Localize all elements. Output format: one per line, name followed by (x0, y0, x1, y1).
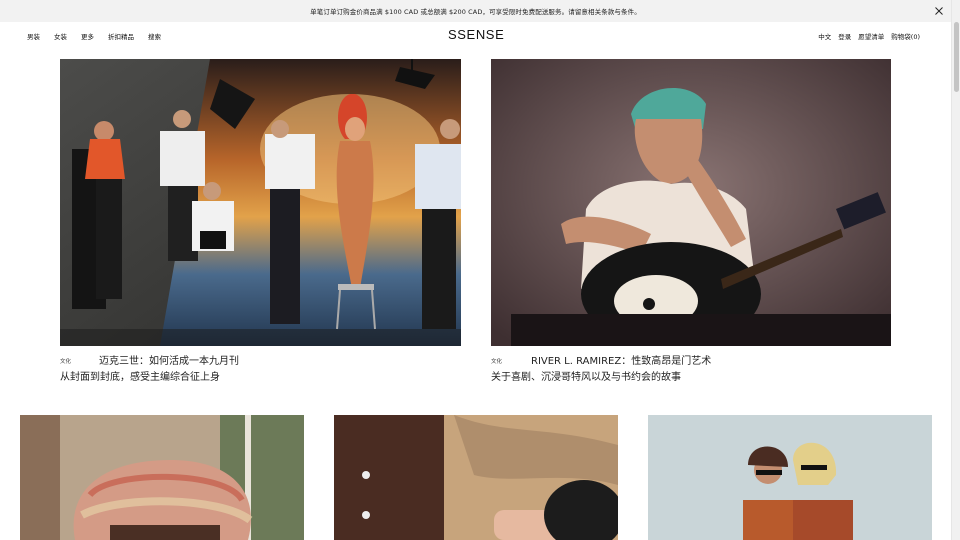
nav-item-more[interactable]: 更多 (81, 31, 94, 41)
announcement-banner: 单笔订单订购金价商品满 $100 CAD 或总额满 $200 CAD，可享受限时… (0, 0, 951, 22)
banner-text: 单笔订单订购金价商品满 $100 CAD 或总额满 $200 CAD，可享受限时… (310, 8, 641, 16)
primary-nav: 男装 女装 更多 折扣精品 搜索 (27, 31, 161, 41)
feature-image-1[interactable] (60, 59, 461, 346)
feature-image-2[interactable] (491, 59, 891, 346)
feature-image-5[interactable] (648, 415, 932, 540)
feature-image-4[interactable] (334, 415, 618, 540)
site-logo[interactable]: SSENSE (448, 27, 504, 42)
page-scrollbar[interactable] (951, 0, 960, 540)
close-icon[interactable] (932, 4, 946, 18)
nav-item-womenswear[interactable]: 女装 (54, 31, 67, 41)
site-header: 男装 女装 更多 折扣精品 搜索 SSENSE 中文 登录 愿望清单 购物袋(0… (0, 22, 951, 50)
bag-count: (0) (910, 33, 920, 41)
language-selector[interactable]: 中文 (818, 31, 831, 41)
scroll-thumb[interactable] (954, 22, 959, 92)
nav-item-sale[interactable]: 折扣精品 (108, 31, 134, 41)
wishlist-link[interactable]: 愿望清单 (858, 31, 884, 41)
feature-1-category[interactable]: 文化 (60, 357, 71, 365)
feature-1-subtitle[interactable]: 从封面到封底，感受主编综合征上身 (60, 368, 220, 383)
nav-item-search[interactable]: 搜索 (148, 31, 161, 41)
bag-link[interactable]: 购物袋(0) (891, 31, 920, 41)
bag-label: 购物袋 (891, 33, 911, 41)
feature-2-title[interactable]: RIVER L. RAMIREZ：性致高昂是门艺术 (531, 352, 711, 367)
feature-image-3[interactable] (20, 415, 304, 540)
feature-2-category[interactable]: 文化 (491, 357, 502, 365)
feature-2-subtitle[interactable]: 关于喜剧、沉浸哥特风以及与书约会的故事 (491, 368, 681, 383)
nav-item-menswear[interactable]: 男装 (27, 31, 40, 41)
account-nav: 中文 登录 愿望清单 购物袋(0) (818, 31, 920, 41)
feature-1-title[interactable]: 迈克三世：如何活成一本九月刊 (99, 352, 239, 367)
login-link[interactable]: 登录 (838, 31, 851, 41)
